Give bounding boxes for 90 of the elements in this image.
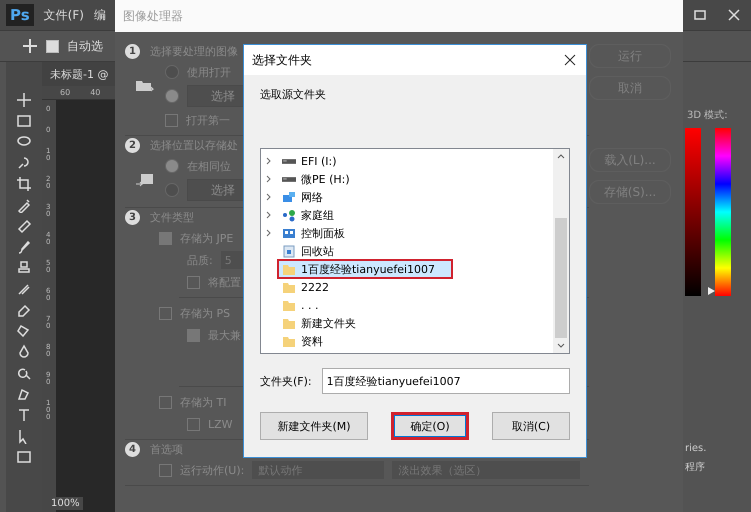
- tool-icon[interactable]: [16, 176, 32, 192]
- checkbox[interactable]: [187, 276, 200, 288]
- folder-field[interactable]: 1百度经验tianyuefei1007: [322, 368, 570, 394]
- tree-item[interactable]: 新建文件夹: [277, 313, 374, 333]
- tool-icon[interactable]: [16, 302, 32, 318]
- chevron-icon[interactable]: [265, 211, 273, 219]
- prompt-text: 选取源文件夹: [260, 87, 327, 102]
- drive-icon: [282, 158, 296, 164]
- panel-text: 程序: [684, 460, 706, 474]
- move-icon[interactable]: [22, 38, 38, 54]
- tree-item[interactable]: 网络: [277, 187, 341, 207]
- tool-icon[interactable]: [16, 218, 32, 234]
- chevron-icon[interactable]: [265, 193, 273, 201]
- tree-item[interactable]: 资料: [277, 331, 341, 351]
- tree-item[interactable]: EFI (I:): [277, 151, 355, 171]
- tree-item[interactable]: 回收站: [277, 241, 352, 261]
- ruler-number: 40: [90, 88, 100, 97]
- checkbox[interactable]: [187, 328, 200, 342]
- drive-icon: [282, 176, 296, 182]
- item-label: 控制面板: [301, 226, 345, 240]
- tool-icon[interactable]: [16, 407, 32, 423]
- field-label: 文件夹(F):: [260, 374, 312, 388]
- item-label: 新建文件夹: [301, 316, 356, 330]
- folder-icon: [282, 316, 296, 330]
- scroll-up-icon[interactable]: [557, 152, 565, 160]
- control-panel-icon: [282, 226, 296, 240]
- checkbox[interactable]: [159, 464, 172, 476]
- step-number: 4: [125, 442, 140, 457]
- dialog-title: 选择文件夹: [252, 52, 312, 68]
- recycle-bin-icon: [282, 244, 296, 258]
- chevron-icon[interactable]: [265, 175, 273, 183]
- ruler-number: 60: [60, 88, 70, 97]
- item-label: 2222: [301, 280, 329, 294]
- tool-icon[interactable]: [16, 197, 32, 213]
- item-label: 家庭组: [301, 208, 334, 222]
- item-label: 微PE (H:): [301, 172, 350, 186]
- scroll-down-icon[interactable]: [557, 342, 565, 350]
- step-number: 2: [125, 138, 140, 153]
- close-button[interactable]: [562, 52, 578, 68]
- tree-item[interactable]: 2222: [277, 277, 347, 297]
- mode-label: 3D 模式:: [686, 108, 729, 122]
- radio-button[interactable]: [165, 159, 179, 173]
- checkbox[interactable]: [165, 114, 178, 126]
- menu-item[interactable]: 编: [94, 6, 106, 24]
- tree-item[interactable]: 1百度经验tianyuefei1007: [277, 259, 454, 279]
- checkbox[interactable]: [159, 232, 172, 244]
- panel-text: ries.: [684, 443, 708, 454]
- item-label: 资料: [301, 334, 323, 348]
- step-number: 1: [125, 44, 140, 59]
- item-label: 网络: [301, 190, 323, 204]
- tool-icon[interactable]: [16, 239, 32, 255]
- tool-icon[interactable]: [16, 92, 32, 108]
- item-label: EFI (I:): [301, 154, 337, 168]
- folder-icon: [282, 262, 296, 276]
- radio-button[interactable]: [165, 89, 179, 103]
- tree-item[interactable]: 控制面板: [277, 223, 363, 243]
- chevron-icon[interactable]: [265, 157, 273, 165]
- folder-icon: [282, 334, 296, 348]
- tool-icon[interactable]: [16, 386, 32, 402]
- checkbox[interactable]: [187, 418, 200, 430]
- close-icon[interactable]: [726, 7, 742, 23]
- tree-item[interactable]: 微PE (H:): [277, 169, 368, 189]
- step-number: 3: [125, 210, 140, 225]
- tool-icon[interactable]: [16, 113, 32, 129]
- checkbox[interactable]: [159, 306, 172, 320]
- network-icon: [282, 190, 296, 204]
- checkbox[interactable]: [159, 396, 172, 408]
- folder-arrow-icon: [135, 173, 155, 189]
- tree-item[interactable]: . . .: [277, 295, 336, 315]
- document-tab[interactable]: 未标题-1 @: [42, 62, 115, 86]
- radio-button[interactable]: [165, 65, 179, 79]
- dialog-button[interactable]: 取消(C): [492, 412, 570, 440]
- tree-item[interactable]: 家庭组: [277, 205, 352, 225]
- people-icon: [282, 208, 296, 222]
- scrollbar[interactable]: [553, 149, 569, 353]
- item-label: 1百度经验tianyuefei1007: [301, 262, 436, 276]
- radio-button[interactable]: [165, 183, 179, 197]
- auto-select-label: 自动选: [67, 38, 103, 54]
- item-label: 回收站: [301, 244, 334, 258]
- tool-icon[interactable]: [16, 323, 32, 339]
- item-label: . . .: [301, 298, 318, 312]
- app-logo: Ps: [6, 4, 34, 26]
- tool-icon[interactable]: [16, 260, 32, 276]
- dialog-title: 图像处理器: [123, 8, 183, 24]
- menu-item[interactable]: 文件(F): [44, 6, 84, 24]
- dialog-button[interactable]: 新建文件夹(M): [260, 412, 368, 440]
- auto-select-checkbox[interactable]: [46, 40, 59, 52]
- chevron-icon[interactable]: [265, 229, 273, 237]
- dialog-button[interactable]: 确定(O): [391, 412, 469, 440]
- tool-icon[interactable]: [16, 449, 32, 465]
